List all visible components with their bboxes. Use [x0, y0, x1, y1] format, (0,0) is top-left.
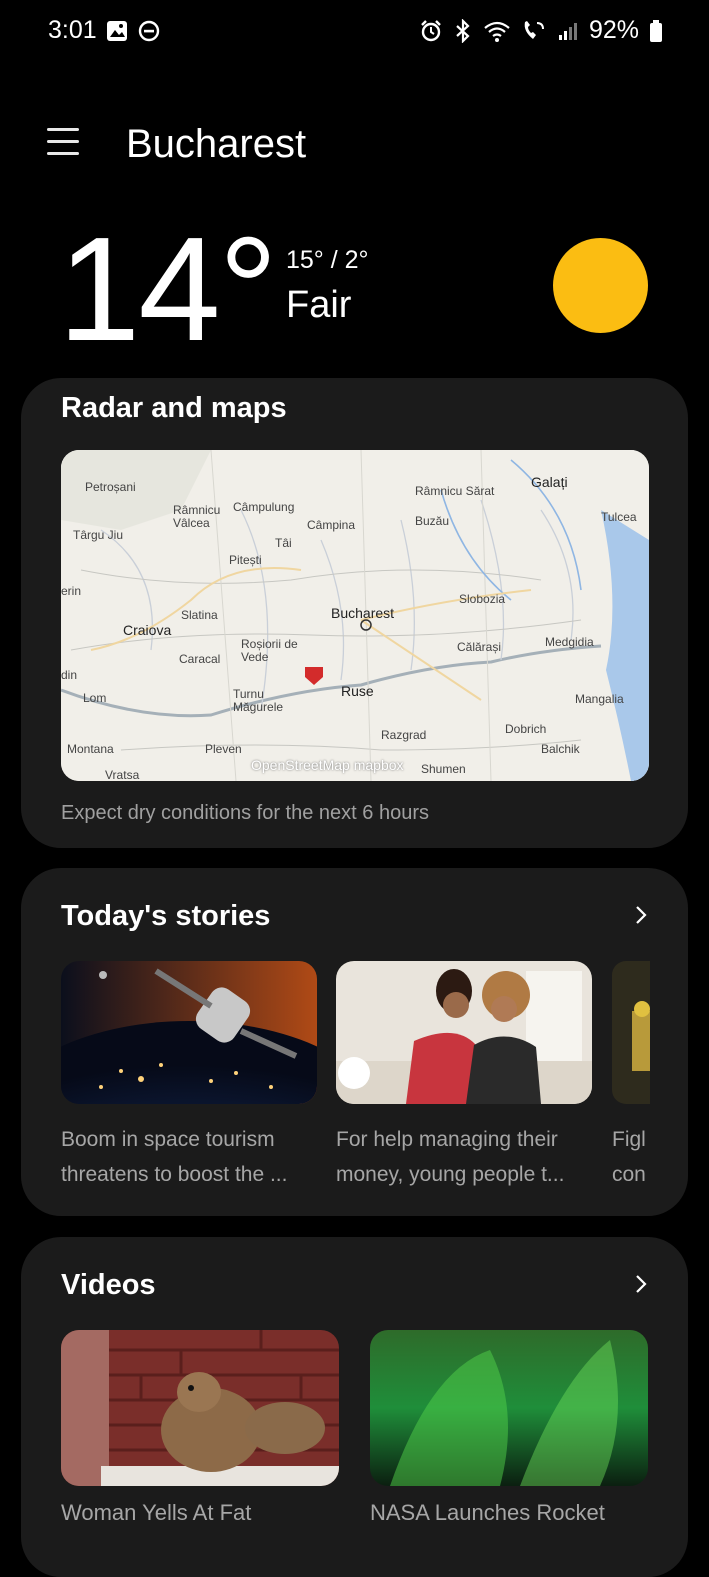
map-label: Ruse	[341, 683, 374, 699]
map-label: erin	[61, 584, 82, 598]
map-label: Mangalia	[575, 692, 624, 706]
gallery-icon	[107, 21, 127, 41]
story-title: Figl con	[612, 1122, 650, 1192]
bluetooth-icon	[456, 18, 470, 43]
map-label: Montana	[67, 742, 114, 756]
map-label: Râmnicu Sărat	[415, 484, 495, 498]
city-name[interactable]: Bucharest	[126, 122, 306, 167]
story-title-line: Figl	[612, 1128, 646, 1151]
map-label: Balchik	[541, 742, 580, 756]
hamburger-menu-icon[interactable]	[47, 128, 79, 160]
stories-title[interactable]: Today's stories	[61, 900, 270, 933]
videos-card: Videos Woman Yells At Fat NASA Launches …	[21, 1237, 688, 1577]
video-item[interactable]: NASA Launches Rocket	[370, 1330, 648, 1526]
story-item[interactable]: Boom in space tourism threatens to boost…	[61, 961, 317, 1192]
map-label: Dobrich	[505, 722, 547, 736]
map-label: Vratsa	[105, 768, 140, 781]
story-title-line: threatens to boost the ...	[61, 1163, 288, 1186]
video-title: Woman Yells At Fat	[61, 1500, 252, 1525]
video-thumbnail	[370, 1330, 648, 1486]
high-low-temperature: 15° / 2°	[286, 246, 369, 274]
map-label: Câmpulung	[233, 500, 295, 514]
map-label: Shumen	[421, 762, 466, 776]
map-label: Râmnicu Vâlcea	[173, 503, 221, 530]
map-label: din	[61, 668, 78, 682]
story-title-line: For help managing their	[336, 1128, 558, 1151]
map-label: Buzău	[415, 514, 450, 528]
app-header: Bucharest	[0, 118, 709, 174]
map-label: Bucharest	[331, 605, 395, 621]
map-label: Pitești	[229, 553, 262, 567]
story-title-line: Boom in space tourism	[61, 1128, 275, 1151]
map-label: Lom	[83, 691, 107, 705]
video-thumbnail	[61, 1330, 339, 1486]
wifi-calling-icon	[524, 20, 544, 39]
sun-icon	[553, 238, 648, 333]
map-label: Razgrad	[381, 728, 427, 742]
alarm-icon	[421, 19, 441, 41]
current-temperature: 14°	[58, 207, 278, 372]
radar-map[interactable]: Petroșani Râmnicu Vâlcea Câmpulung Târgu…	[61, 450, 649, 781]
map-label: Craiova	[123, 622, 172, 638]
story-item[interactable]: For help managing their money, young peo…	[336, 961, 592, 1192]
map-label: Slatina	[181, 608, 218, 622]
map-label: Turnu Măgurele	[233, 687, 284, 714]
battery-icon	[650, 19, 662, 42]
video-title: NASA Launches Rocket	[370, 1500, 605, 1525]
battery-percent: 92%	[588, 16, 639, 44]
map-label: Câmpina	[307, 518, 356, 532]
map-attribution: OpenStreetMap mapbox	[251, 757, 404, 773]
map-label: Petroșani	[85, 480, 136, 494]
story-title: For help managing their money, young peo…	[336, 1122, 592, 1192]
map-label: Medgidia	[545, 635, 594, 649]
map-label: Călărași	[457, 640, 502, 654]
story-title: Boom in space tourism threatens to boost…	[61, 1122, 317, 1192]
map-label: Târgu Jiu	[73, 528, 124, 542]
story-image	[612, 961, 650, 1104]
videos-title[interactable]: Videos	[61, 1269, 156, 1302]
map-label: Tulcea	[601, 510, 637, 524]
map-label: Tâi	[275, 536, 292, 550]
map-label: Pleven	[205, 742, 242, 756]
weather-condition: Fair	[286, 284, 352, 326]
story-title-line: money, young people t...	[336, 1163, 565, 1186]
map-label: Slobozia	[459, 592, 506, 606]
story-item[interactable]: Figl con	[612, 961, 650, 1192]
chevron-right-icon[interactable]	[632, 1275, 650, 1293]
story-image	[61, 961, 317, 1104]
radar-message: Expect dry conditions for the next 6 hou…	[61, 802, 429, 824]
stories-card: Today's stories Boom in space tourism th…	[21, 868, 688, 1216]
map-label: Caracal	[179, 652, 221, 666]
dnd-icon	[138, 20, 160, 42]
map-label: Roșiorii de Vede	[241, 637, 298, 664]
radar-title: Radar and maps	[61, 392, 287, 424]
story-image	[336, 961, 592, 1104]
signal-icon	[558, 22, 577, 40]
status-time: 3:01	[48, 16, 97, 44]
map-label: Galați	[531, 474, 568, 490]
story-title-line: con	[612, 1163, 646, 1186]
wifi-icon	[484, 21, 510, 42]
radar-card[interactable]: Radar and maps Petroșani Râmnicu Vâlcea …	[21, 378, 688, 848]
video-item[interactable]: Woman Yells At Fat	[61, 1330, 339, 1526]
status-bar: 3:01 92%	[0, 0, 709, 64]
chevron-right-icon[interactable]	[632, 906, 650, 924]
